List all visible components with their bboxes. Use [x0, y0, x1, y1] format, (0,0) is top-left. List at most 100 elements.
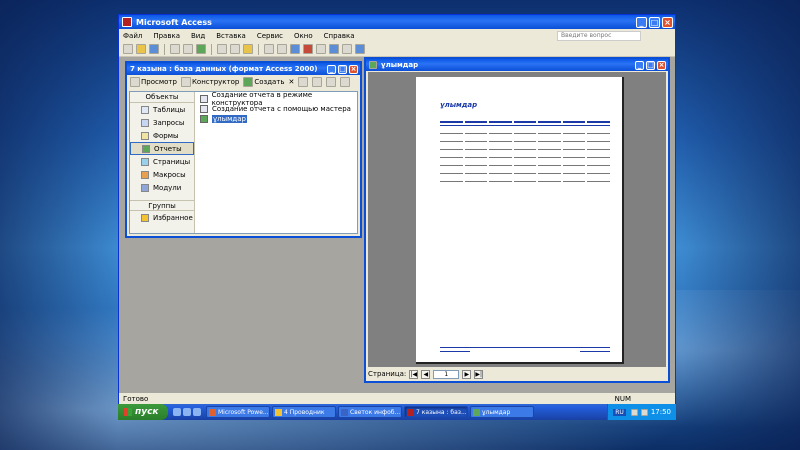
- toolbar-separator: [211, 43, 212, 55]
- report-footer: [440, 347, 610, 352]
- list-item[interactable]: Создание отчета с помощью мастера: [200, 104, 355, 114]
- taskbar-powerpoint[interactable]: Microsoft Powe...: [206, 406, 270, 418]
- media-icon[interactable]: [183, 408, 191, 416]
- design-label: Конструктор: [191, 78, 240, 86]
- object-modules[interactable]: Модули: [130, 181, 194, 194]
- object-queries[interactable]: Запросы: [130, 116, 194, 129]
- standard-toolbar: [119, 42, 675, 57]
- group-favorites[interactable]: Избранное: [130, 211, 194, 224]
- new-icon[interactable]: [123, 44, 133, 54]
- code-icon[interactable]: [303, 44, 313, 54]
- right-frame-decoration: [682, 0, 800, 450]
- menu-edit[interactable]: Правка: [153, 32, 180, 40]
- rp-close-button[interactable]: ×: [657, 60, 666, 70]
- database-title-bar[interactable]: 7 казына : база данных (формат Access 20…: [127, 63, 360, 75]
- database-toolbar: Просмотр Конструктор Создать ✕: [127, 75, 360, 89]
- paste-icon[interactable]: [243, 44, 253, 54]
- menu-window[interactable]: Окно: [294, 32, 313, 40]
- properties-icon[interactable]: [316, 44, 326, 54]
- list-view-icon[interactable]: [326, 77, 337, 87]
- system-tray: RU 17:50: [607, 404, 676, 420]
- new-object-icon[interactable]: [342, 44, 352, 54]
- menu-help[interactable]: Справка: [324, 32, 355, 40]
- report-title-bar[interactable]: ұлымдар _ □ ×: [366, 59, 668, 71]
- toolbar-separator: [164, 43, 165, 55]
- mdi-client-area: 7 казына : база данных (формат Access 20…: [119, 57, 675, 393]
- language-indicator[interactable]: RU: [613, 408, 626, 416]
- print-icon[interactable]: [170, 44, 180, 54]
- help-icon[interactable]: [355, 44, 365, 54]
- menu-insert[interactable]: Вставка: [216, 32, 246, 40]
- object-label: Макросы: [153, 170, 186, 179]
- cut-icon[interactable]: [217, 44, 227, 54]
- desktop-icon[interactable]: [193, 408, 201, 416]
- help-question-input[interactable]: Введите вопрос: [557, 30, 641, 41]
- undo-icon[interactable]: [264, 44, 274, 54]
- maximize-button[interactable]: □: [649, 16, 660, 28]
- rp-minimize-button[interactable]: _: [635, 60, 644, 70]
- preview-icon: [130, 77, 140, 87]
- network-icon[interactable]: [640, 408, 648, 416]
- large-icons-icon[interactable]: [298, 77, 309, 87]
- db-maximize-button[interactable]: □: [338, 64, 347, 74]
- design-button[interactable]: Конструктор: [180, 77, 240, 87]
- left-frame-decoration: [0, 0, 118, 450]
- folder-icon: [275, 408, 282, 416]
- delete-button[interactable]: ✕: [289, 78, 295, 86]
- report-window-title: ұлымдар: [381, 61, 419, 69]
- report-title: ұлымдар: [440, 101, 478, 109]
- taskbar-database[interactable]: 7 казына : баз...: [404, 406, 468, 418]
- main-title-bar[interactable]: Microsoft Access _ □ ×: [119, 15, 675, 29]
- report-row: [440, 133, 611, 134]
- ie-icon[interactable]: [173, 408, 181, 416]
- preview-button[interactable]: Просмотр: [130, 77, 177, 87]
- object-macros[interactable]: Макросы: [130, 168, 194, 181]
- object-reports[interactable]: Отчеты: [130, 142, 194, 155]
- database-window: 7 казына : база данных (формат Access 20…: [125, 61, 362, 238]
- save-icon[interactable]: [149, 44, 159, 54]
- links-icon[interactable]: [277, 44, 287, 54]
- close-button[interactable]: ×: [662, 16, 673, 28]
- db-close-button[interactable]: ×: [349, 64, 358, 74]
- details-view-icon[interactable]: [340, 77, 351, 87]
- menu-file[interactable]: Файл: [123, 32, 142, 40]
- object-label: Страницы: [153, 157, 191, 166]
- toolbar-separator: [258, 43, 259, 55]
- list-item[interactable]: Создание отчета в режиме конструктора: [200, 91, 355, 107]
- rp-maximize-button[interactable]: □: [646, 60, 655, 70]
- object-pages[interactable]: Страницы: [130, 155, 194, 168]
- menu-view[interactable]: Вид: [191, 32, 205, 40]
- page-number-input[interactable]: 1: [433, 369, 460, 379]
- object-tables[interactable]: Таблицы: [130, 103, 194, 116]
- menu-tools[interactable]: Сервис: [257, 32, 283, 40]
- object-forms[interactable]: Формы: [130, 129, 194, 142]
- groups-header: Группы: [130, 200, 194, 211]
- object-label: Формы: [153, 131, 179, 140]
- taskbar-word[interactable]: Светок инфоб...: [338, 406, 402, 418]
- open-icon[interactable]: [136, 44, 146, 54]
- copy-icon[interactable]: [230, 44, 240, 54]
- macro-icon: [141, 170, 149, 179]
- clock[interactable]: 17:50: [651, 408, 671, 416]
- taskbar-explorer[interactable]: 4 Проводник: [272, 406, 336, 418]
- taskbar-report[interactable]: ұлымдар: [470, 406, 534, 418]
- database-window-title: 7 казына : база данных (формат Access 20…: [130, 65, 318, 73]
- prev-page-button[interactable]: ◀: [421, 369, 431, 379]
- last-page-button[interactable]: ▶|: [474, 369, 484, 379]
- small-icons-icon[interactable]: [312, 77, 323, 87]
- next-page-button[interactable]: ▶: [462, 369, 472, 379]
- create-button[interactable]: Создать: [243, 77, 285, 87]
- print-preview-icon[interactable]: [183, 44, 193, 54]
- spelling-icon[interactable]: [196, 44, 206, 54]
- start-button[interactable]: пуск: [118, 404, 168, 420]
- minimize-button[interactable]: _: [636, 16, 647, 28]
- db-minimize-button[interactable]: _: [327, 64, 336, 74]
- list-item[interactable]: ұлымдар: [200, 114, 355, 124]
- first-page-button[interactable]: |◀: [409, 369, 419, 379]
- relationships-icon[interactable]: [329, 44, 339, 54]
- volume-icon[interactable]: [630, 408, 638, 416]
- report-preview-window: ұлымдар _ □ × ұлымдар Страница: |◀ ◀ 1 ▶…: [364, 57, 670, 383]
- analyze-icon[interactable]: [290, 44, 300, 54]
- report-icon: [200, 115, 208, 123]
- report-icon: [473, 408, 480, 416]
